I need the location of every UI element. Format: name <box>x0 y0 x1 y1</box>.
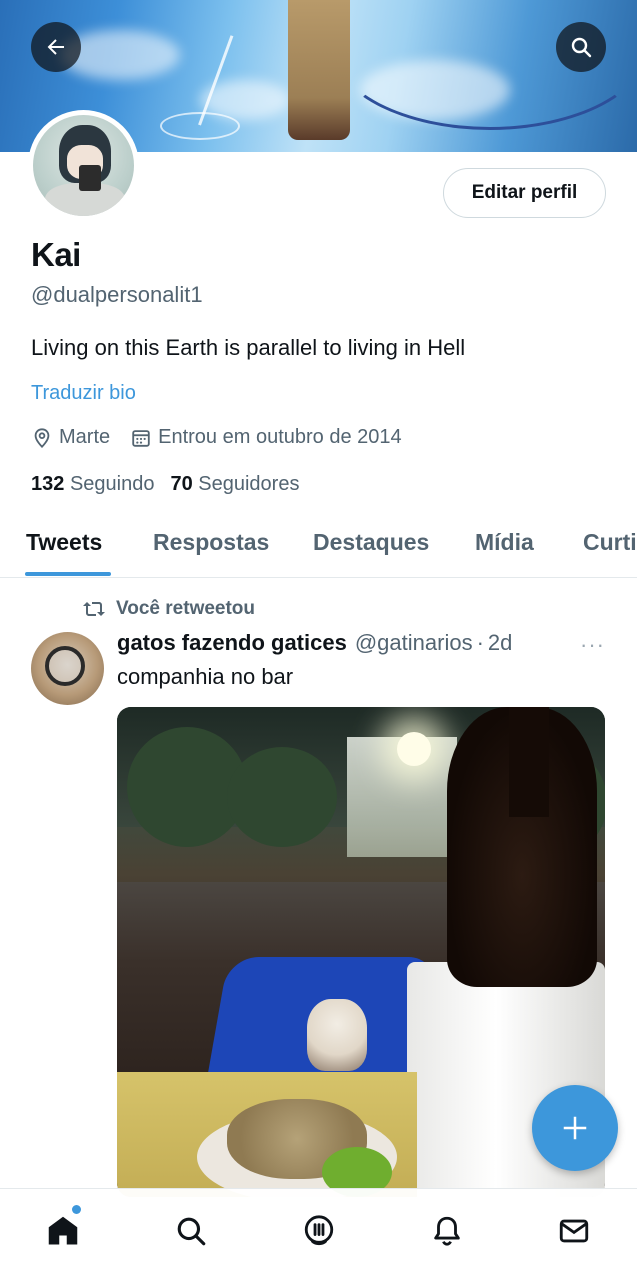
photo-light <box>397 732 431 766</box>
tweet-author-handle[interactable]: @gatinarios <box>355 630 473 656</box>
bottom-navigation <box>0 1188 637 1280</box>
banner-ripple <box>160 112 240 140</box>
tweet-text: companhia no bar <box>117 664 294 689</box>
compose-tweet-button[interactable] <box>532 1085 618 1171</box>
tab-midia[interactable]: Mídia <box>475 529 534 556</box>
nav-spaces[interactable] <box>299 1211 339 1251</box>
location-pin-icon <box>34 427 50 448</box>
photo-cat <box>307 999 367 1071</box>
profile-location: Marte <box>31 426 110 449</box>
active-tab-indicator <box>25 572 111 576</box>
profile-tabs: Tweets Respostas Destaques Mídia Curti <box>0 520 637 578</box>
retweet-icon <box>83 602 105 616</box>
back-button[interactable] <box>31 22 81 72</box>
nav-messages[interactable] <box>554 1211 594 1251</box>
nav-search[interactable] <box>171 1211 211 1251</box>
followers-label: Seguidores <box>198 473 300 495</box>
tab-tweets[interactable]: Tweets <box>26 529 102 556</box>
arrow-left-icon <box>47 39 64 55</box>
profile-bio: Living on this Earth is parallel to livi… <box>31 335 466 360</box>
following-count: 132 <box>31 473 65 495</box>
follow-stats: 132 Seguindo 70 Seguidores <box>31 473 315 496</box>
avatar-cup <box>79 165 101 191</box>
joined-text: Entrou em outubro de 2014 <box>158 426 402 448</box>
profile-meta: Marte Entrou em outubro de 2014 <box>31 426 422 449</box>
nav-notifications[interactable] <box>427 1211 467 1251</box>
following-link[interactable]: 132 Seguindo <box>31 473 154 496</box>
tweet-time[interactable]: 2d <box>488 630 512 656</box>
following-label: Seguindo <box>69 473 155 495</box>
followers-count: 70 <box>170 473 193 495</box>
profile-handle: @dualpersonalit1 <box>31 282 203 307</box>
tab-curtidas[interactable]: Curti <box>583 529 637 556</box>
translate-bio-link[interactable]: Traduzir bio <box>31 382 136 405</box>
mail-icon <box>559 1219 589 1243</box>
tweet-author-avatar[interactable] <box>31 632 104 705</box>
nav-home[interactable] <box>43 1211 83 1251</box>
bell-icon <box>434 1216 460 1246</box>
more-options-icon[interactable]: ··· <box>580 632 605 658</box>
tab-respostas[interactable]: Respostas <box>153 529 269 556</box>
tweet-header: gatos fazendo gatices @gatinarios · 2d <box>117 630 512 656</box>
profile-avatar[interactable] <box>28 110 139 221</box>
tweet-author-name[interactable]: gatos fazendo gatices <box>117 630 347 656</box>
location-text: Marte <box>59 426 111 448</box>
search-button[interactable] <box>556 22 606 72</box>
home-notification-dot <box>72 1205 81 1214</box>
tab-destaques[interactable]: Destaques <box>313 529 429 556</box>
avatar-image <box>33 115 134 216</box>
retweet-label: Você retweetou <box>116 598 256 619</box>
retweet-context: Você retweetou <box>82 598 255 620</box>
avatar-lens <box>45 646 85 686</box>
profile-name: Kai <box>31 236 81 273</box>
profile-joined: Entrou em outubro de 2014 <box>130 426 402 449</box>
search-icon <box>177 1217 206 1246</box>
plus-icon <box>563 1116 587 1140</box>
photo-bottle-neck <box>509 707 549 817</box>
home-icon <box>48 1216 78 1245</box>
spaces-icon <box>304 1215 334 1246</box>
search-icon <box>571 37 592 58</box>
followers-link[interactable]: 70 Seguidores <box>170 473 299 496</box>
photo-tree <box>227 747 337 847</box>
edit-profile-button[interactable]: Editar perfil <box>443 168 606 218</box>
tweet-separator: · <box>476 630 484 655</box>
calendar-icon <box>132 429 150 447</box>
